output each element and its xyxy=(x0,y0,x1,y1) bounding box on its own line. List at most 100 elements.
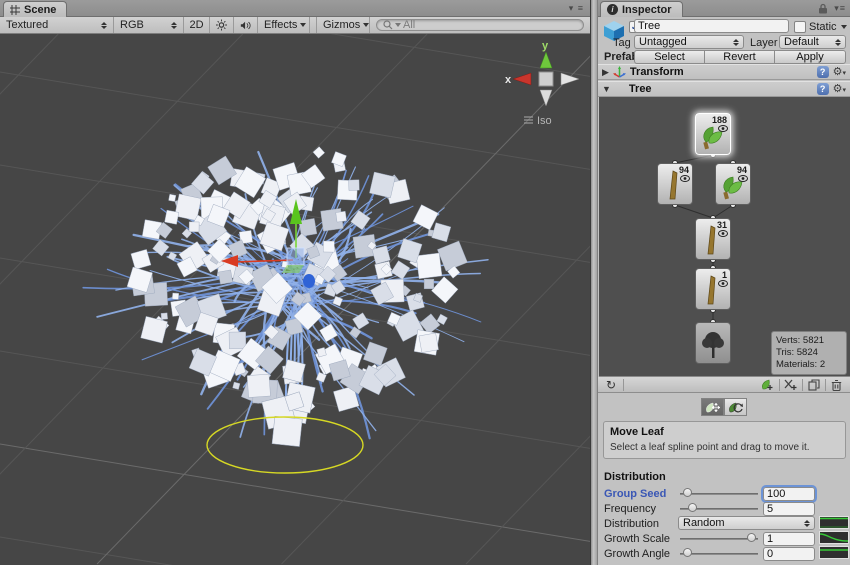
caret-down-icon xyxy=(363,23,369,27)
prefab-select-button[interactable]: Select xyxy=(634,50,705,64)
refresh-button[interactable]: ↻ xyxy=(601,378,621,391)
gameobject-name-field[interactable]: Tree xyxy=(634,19,789,33)
slider-knob[interactable] xyxy=(683,488,692,497)
materials-stat: Materials: 2 xyxy=(776,359,842,371)
group-seed-label: Group Seed xyxy=(604,488,666,500)
scene-viewport[interactable]: y x Iso xyxy=(0,34,590,565)
gear-icon[interactable]: ⚙▾ xyxy=(833,67,846,78)
eye-icon[interactable] xyxy=(718,280,728,287)
static-flags-caret-icon[interactable] xyxy=(841,25,847,29)
x-axis-cone-icon[interactable] xyxy=(513,73,531,85)
gameobject-name: Tree xyxy=(638,20,660,32)
add-branch-icon xyxy=(784,379,797,391)
axis-y-label: y xyxy=(542,40,549,52)
tab-inspector[interactable]: i Inspector xyxy=(600,1,683,17)
eye-icon[interactable] xyxy=(718,230,728,237)
2d-toggle-button[interactable]: 2D xyxy=(184,17,210,33)
frequency-label: Frequency xyxy=(604,503,656,515)
growth-scale-field[interactable]: 1 xyxy=(763,532,815,546)
render-channels-dropdown[interactable]: RGB xyxy=(114,17,184,33)
audio-toggle-button[interactable] xyxy=(234,17,258,33)
node-branch-group-94[interactable]: 94 xyxy=(657,163,693,205)
prefab-revert-button[interactable]: Revert xyxy=(704,50,775,64)
gizmos-label: Gizmos xyxy=(323,19,360,31)
tris-stat: Tris: 5824 xyxy=(776,347,842,359)
sun-icon xyxy=(216,19,227,31)
scene-tab-label: Scene xyxy=(24,4,56,16)
slider-knob[interactable] xyxy=(747,533,756,542)
scene-panel-menu-icon[interactable]: ▾ ≡ xyxy=(569,3,584,14)
transform-component-header[interactable]: ▶ Transform ? ⚙▾ xyxy=(598,64,850,80)
shading-mode-dropdown[interactable]: Textured xyxy=(0,17,114,33)
add-branch-group-button[interactable] xyxy=(781,378,800,391)
delete-node-button[interactable] xyxy=(827,378,846,391)
gizmos-dropdown[interactable]: Gizmos xyxy=(316,17,370,33)
growth-angle-curve-preview[interactable] xyxy=(819,546,849,559)
inspector-menu-icon[interactable]: ▾≡ xyxy=(834,3,846,14)
scene-search-input[interactable]: All xyxy=(376,19,584,31)
orientation-gizmo[interactable]: y x Iso xyxy=(505,40,579,127)
help-icon[interactable]: ? xyxy=(817,66,829,78)
gear-icon[interactable]: ⚙▾ xyxy=(833,84,846,95)
z-axis-handle[interactable] xyxy=(303,274,315,288)
y-axis-cone-icon[interactable] xyxy=(540,52,552,68)
lighting-toggle-button[interactable] xyxy=(210,17,234,33)
node-branch-group-1[interactable]: 1 xyxy=(695,268,731,310)
tree-component-header[interactable]: ▼ Tree ? ⚙▾ xyxy=(598,81,850,97)
static-checkbox[interactable] xyxy=(794,21,806,33)
growth-scale-slider[interactable] xyxy=(680,531,758,545)
info-icon: i xyxy=(607,4,618,15)
panel-splitter[interactable] xyxy=(590,0,597,565)
tool-info-title: Move Leaf xyxy=(610,426,839,438)
node-leaf-group-94[interactable]: 94 xyxy=(715,163,751,205)
distribution-mode-dropdown[interactable]: Random xyxy=(678,516,815,530)
growth-scale-curve-preview[interactable] xyxy=(819,531,849,544)
node-count: 94 xyxy=(679,165,689,175)
speaker-icon xyxy=(240,20,251,31)
group-seed-field[interactable]: 100 xyxy=(763,487,815,501)
gizmo-cube-icon[interactable] xyxy=(539,72,553,86)
prefab-revert-label: Revert xyxy=(723,51,755,63)
rotate-leaf-tool-button[interactable] xyxy=(724,398,747,416)
inspector-tab-label: Inspector xyxy=(622,4,672,16)
eye-icon[interactable] xyxy=(718,125,728,132)
inspector-panel: i Inspector ▾≡ ✓ Tree Static Tag Untagge… xyxy=(597,0,850,565)
node-tree-root[interactable] xyxy=(695,322,731,364)
lock-icon[interactable] xyxy=(818,3,828,14)
slider-knob[interactable] xyxy=(688,503,697,512)
frequency-field[interactable]: 5 xyxy=(763,502,815,516)
growth-angle-field[interactable]: 0 xyxy=(763,547,815,561)
prefab-apply-button[interactable]: Apply xyxy=(774,50,846,64)
tab-scene[interactable]: Scene xyxy=(3,1,67,17)
tree-render xyxy=(83,147,488,447)
frequency-slider[interactable] xyxy=(680,501,758,515)
mesh-stats-overlay: Verts: 5821 Tris: 5824 Materials: 2 xyxy=(771,331,847,375)
static-label: Static xyxy=(809,21,837,33)
node-leaf-group-188[interactable]: 188 xyxy=(695,113,731,155)
help-icon[interactable]: ? xyxy=(817,83,829,95)
distribution-curve-preview[interactable] xyxy=(819,516,849,529)
tag-dropdown[interactable]: Untagged xyxy=(634,35,744,49)
duplicate-node-button[interactable] xyxy=(804,378,823,391)
node-branch-group-31[interactable]: 31 xyxy=(695,218,731,260)
growth-angle-value: 0 xyxy=(767,548,773,560)
tree-node-canvas[interactable]: 188 94 94 31 xyxy=(599,97,850,377)
move-leaf-tool-button[interactable] xyxy=(701,398,724,416)
eye-icon[interactable] xyxy=(738,175,748,182)
projection-label[interactable]: Iso xyxy=(537,115,552,127)
foldout-open-icon[interactable]: ▼ xyxy=(602,84,611,94)
slider-knob[interactable] xyxy=(683,548,692,557)
distribution-section-header: Distribution xyxy=(604,471,666,483)
gizmo-center-cube[interactable] xyxy=(287,248,304,265)
foldout-closed-icon[interactable]: ▶ xyxy=(602,67,609,78)
duplicate-icon xyxy=(808,379,820,391)
tree-header-label: Tree xyxy=(629,83,652,95)
eye-icon[interactable] xyxy=(680,175,690,182)
group-seed-slider[interactable] xyxy=(680,486,758,500)
growth-angle-slider[interactable] xyxy=(680,546,758,560)
scene-tabbar: Scene ▾ ≡ xyxy=(0,0,590,17)
right-axis-cone-icon[interactable] xyxy=(561,73,579,85)
add-leaf-group-button[interactable] xyxy=(758,378,777,391)
layer-dropdown[interactable]: Default xyxy=(779,35,846,49)
effects-dropdown[interactable]: Effects xyxy=(258,17,310,33)
